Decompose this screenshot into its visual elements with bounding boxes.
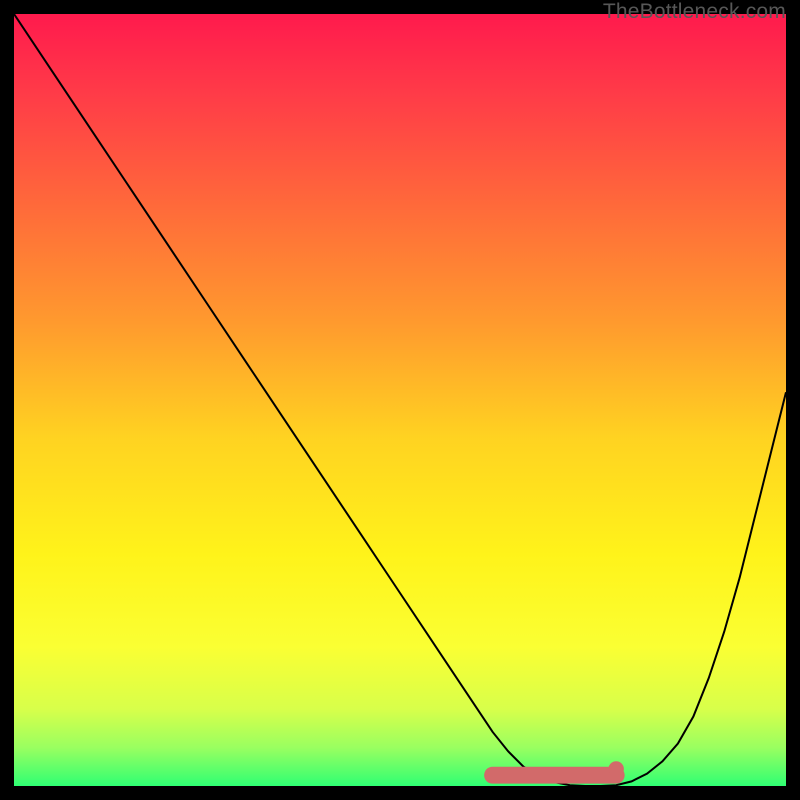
watermark-text: TheBottleneck.com — [603, 0, 786, 24]
bottleneck-chart — [14, 14, 786, 786]
optimal-range-end-dot — [608, 761, 623, 776]
gradient-background — [14, 14, 786, 786]
